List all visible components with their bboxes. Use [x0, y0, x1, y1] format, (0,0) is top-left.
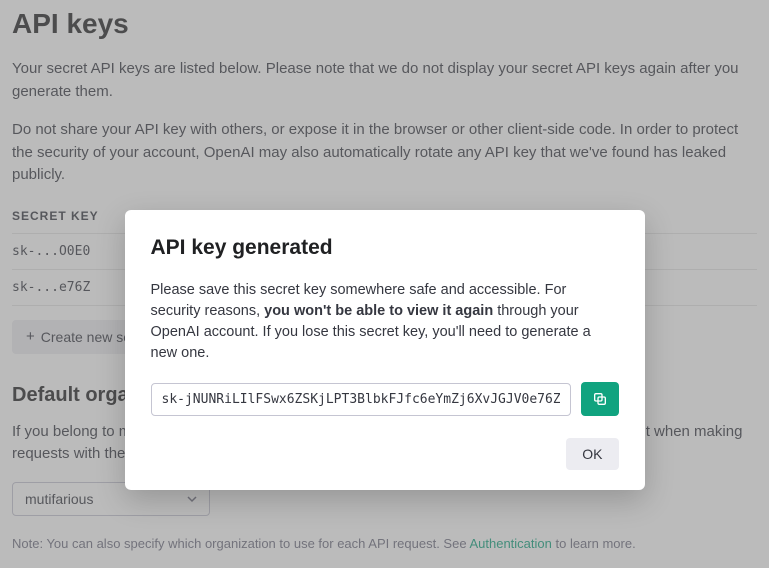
copy-key-button[interactable] — [581, 382, 619, 416]
modal-body-bold: you won't be able to view it again — [264, 303, 493, 319]
api-key-generated-modal: API key generated Please save this secre… — [125, 210, 645, 490]
modal-footer: OK — [151, 438, 619, 470]
generated-key-field[interactable] — [151, 383, 571, 416]
modal-overlay: API key generated Please save this secre… — [0, 0, 769, 568]
modal-title: API key generated — [151, 236, 619, 260]
copy-icon — [592, 391, 608, 407]
modal-body: Please save this secret key somewhere sa… — [151, 280, 619, 364]
generated-key-row — [151, 382, 619, 416]
ok-button[interactable]: OK — [566, 438, 618, 470]
